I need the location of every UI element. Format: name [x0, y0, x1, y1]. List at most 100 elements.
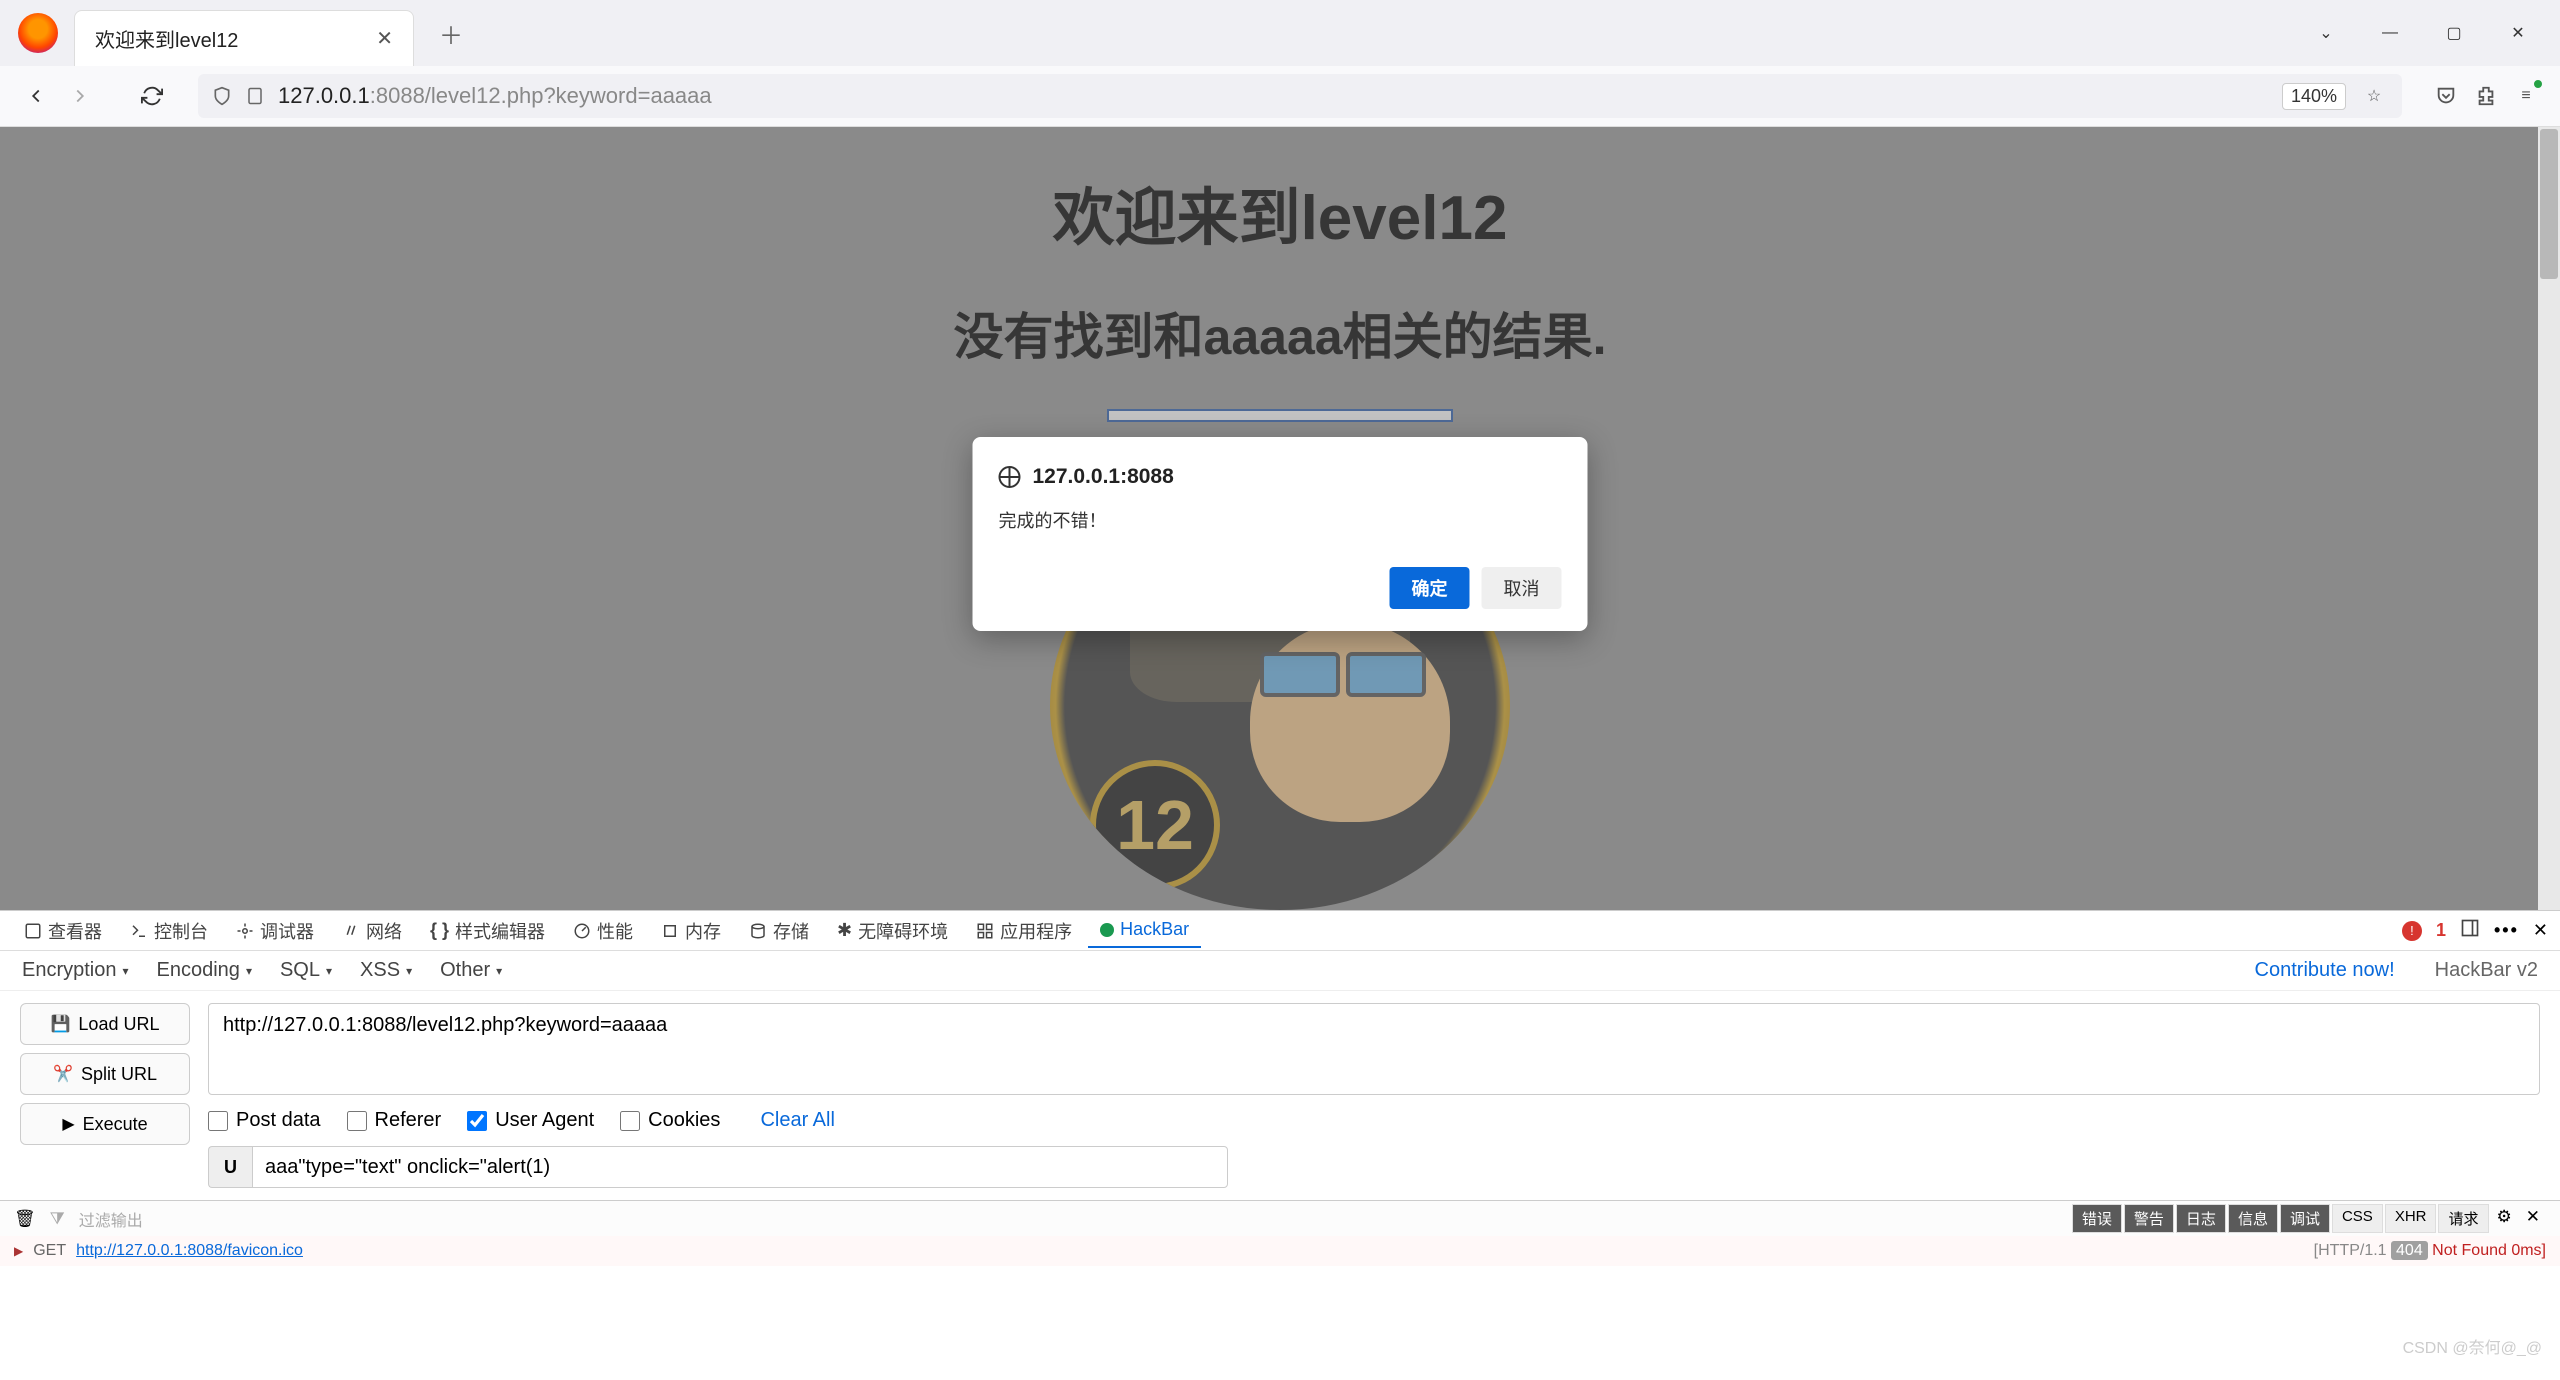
postdata-checkbox[interactable]: Post data	[208, 1109, 321, 1132]
xss-dropdown[interactable]: XSS▾	[360, 959, 412, 982]
useragent-checkbox[interactable]: User Agent	[467, 1109, 594, 1132]
firefox-logo-icon	[18, 13, 58, 53]
useragent-input[interactable]	[252, 1146, 1228, 1188]
cookies-checkbox[interactable]: Cookies	[620, 1109, 720, 1132]
useragent-row: U	[208, 1146, 1228, 1188]
tab-bar: 欢迎来到level12 ✕ ＋ ⌄ ― ▢ ✕	[0, 0, 2560, 66]
hackbar-action-buttons: 💾Load URL ✂️Split URL ▶Execute	[20, 1003, 190, 1188]
new-tab-button[interactable]: ＋	[430, 12, 472, 54]
browser-tab[interactable]: 欢迎来到level12 ✕	[74, 10, 414, 66]
watermark-text: CSDN @奈何@_@	[2403, 1334, 2542, 1358]
other-dropdown[interactable]: Other▾	[440, 959, 502, 982]
back-button[interactable]	[20, 80, 52, 112]
hackbar-url-input[interactable]	[208, 1003, 2540, 1095]
bookmark-star-icon[interactable]: ☆	[2360, 82, 2388, 110]
tab-memory[interactable]: 内存	[649, 912, 733, 950]
chevron-down-icon[interactable]: ⌄	[2314, 21, 2338, 45]
kebab-menu-icon[interactable]: •••	[2494, 920, 2519, 941]
expand-triangle-icon[interactable]: ▶	[14, 1244, 23, 1258]
tab-debugger[interactable]: 调试器	[224, 912, 326, 950]
chip-xhr[interactable]: XHR	[2385, 1204, 2437, 1233]
trash-icon[interactable]: 🗑	[14, 1209, 36, 1229]
chip-css[interactable]: CSS	[2332, 1204, 2383, 1233]
hackbar-body: 💾Load URL ✂️Split URL ▶Execute Post data…	[0, 991, 2560, 1200]
split-icon: ✂️	[53, 1064, 73, 1084]
minimize-icon[interactable]: ―	[2378, 21, 2402, 45]
tab-style-editor[interactable]: { }样式编辑器	[418, 912, 557, 950]
tab-accessibility[interactable]: ✱无障碍环境	[825, 912, 960, 950]
dialog-ok-button[interactable]: 确定	[1390, 567, 1470, 609]
tab-network[interactable]: 网络	[330, 912, 414, 950]
disk-icon: 💾	[51, 1014, 71, 1034]
pocket-icon[interactable]	[2432, 82, 2460, 110]
extensions-icon[interactable]	[2472, 82, 2500, 110]
hamburger-menu-icon[interactable]: ≡	[2512, 82, 2540, 110]
tab-application[interactable]: 应用程序	[964, 912, 1084, 950]
js-alert-dialog: 127.0.0.1:8088 完成的不错！ 确定 取消	[973, 437, 1588, 631]
tab-hackbar[interactable]: HackBar	[1088, 913, 1201, 948]
vertical-scrollbar[interactable]	[2538, 127, 2560, 910]
dock-side-icon[interactable]	[2460, 918, 2480, 943]
chip-info[interactable]: 信息	[2228, 1204, 2278, 1233]
sql-dropdown[interactable]: SQL▾	[280, 959, 332, 982]
shield-icon	[212, 86, 232, 106]
page-icon	[246, 87, 264, 105]
forward-button[interactable]	[64, 80, 96, 112]
reload-button[interactable]	[136, 80, 168, 112]
play-icon: ▶	[62, 1114, 74, 1134]
globe-icon	[999, 466, 1021, 488]
hackbar-main: Post data Referer User Agent Cookies Cle…	[208, 1003, 2540, 1188]
contribute-link[interactable]: Contribute now!	[2255, 959, 2395, 982]
response-summary: [HTTP/1.1 404 Not Found 0ms]	[2314, 1242, 2546, 1260]
hackbar-dot-icon	[1100, 923, 1114, 937]
page-viewport: 欢迎来到level12 没有找到和aaaaa相关的结果. 12 127.0.0.…	[0, 127, 2560, 910]
tab-inspector[interactable]: 查看器	[12, 912, 114, 950]
scrollbar-thumb[interactable]	[2540, 129, 2558, 279]
chip-warn[interactable]: 警告	[2124, 1204, 2174, 1233]
http-method: GET	[33, 1242, 66, 1260]
devtools-panel: 查看器 控制台 调试器 网络 { }样式编辑器 性能 内存 存储 ✱无障碍环境 …	[0, 910, 2560, 1380]
tab-console[interactable]: 控制台	[118, 912, 220, 950]
tab-performance[interactable]: 性能	[561, 912, 645, 950]
console-close-icon[interactable]: ✕	[2520, 1204, 2546, 1233]
request-url[interactable]: http://127.0.0.1:8088/favicon.ico	[76, 1242, 303, 1260]
console-filter-chips: 错误 警告 日志 信息 调试 CSS XHR 请求 ⚙ ✕	[2072, 1204, 2546, 1233]
hackbar-options: Post data Referer User Agent Cookies Cle…	[208, 1109, 2540, 1132]
address-bar: 127.0.0.1:8088/level12.php?keyword=aaaaa…	[0, 66, 2560, 127]
settings-gear-icon[interactable]: ⚙	[2491, 1204, 2518, 1233]
load-url-button[interactable]: 💾Load URL	[20, 1003, 190, 1045]
chip-request[interactable]: 请求	[2438, 1204, 2488, 1233]
close-icon[interactable]: ✕	[2506, 21, 2530, 45]
maximize-icon[interactable]: ▢	[2442, 21, 2466, 45]
filter-input[interactable]: 过滤输出	[79, 1207, 143, 1231]
error-count-badge[interactable]: !	[2402, 921, 2422, 941]
dialog-message: 完成的不错！	[999, 507, 1562, 533]
browser-chrome: 欢迎来到level12 ✕ ＋ ⌄ ― ▢ ✕ 127.0.0.1:8088/l…	[0, 0, 2560, 127]
devtools-close-icon[interactable]: ✕	[2533, 920, 2548, 941]
chip-log[interactable]: 日志	[2176, 1204, 2226, 1233]
console-filter-bar: 🗑 ⧩ 过滤输出 错误 警告 日志 信息 调试 CSS XHR 请求 ⚙ ✕	[0, 1200, 2560, 1236]
encryption-dropdown[interactable]: Encryption▾	[22, 959, 129, 982]
split-url-button[interactable]: ✂️Split URL	[20, 1053, 190, 1095]
hackbar-toolbar: Encryption▾ Encoding▾ SQL▾ XSS▾ Other▾ C…	[0, 951, 2560, 991]
url-box[interactable]: 127.0.0.1:8088/level12.php?keyword=aaaaa…	[198, 74, 2402, 118]
dialog-cancel-button[interactable]: 取消	[1482, 567, 1562, 609]
tab-storage[interactable]: 存储	[737, 912, 821, 950]
referer-checkbox[interactable]: Referer	[347, 1109, 442, 1132]
url-text: 127.0.0.1:8088/level12.php?keyword=aaaaa	[278, 83, 2268, 109]
window-controls: ⌄ ― ▢ ✕	[2314, 21, 2560, 45]
notification-dot-icon	[2534, 80, 2542, 88]
dialog-origin: 127.0.0.1:8088	[1033, 465, 1174, 489]
chip-debug[interactable]: 调试	[2280, 1204, 2330, 1233]
useragent-badge: U	[208, 1146, 252, 1188]
encoding-dropdown[interactable]: Encoding▾	[157, 959, 252, 982]
chip-error[interactable]: 错误	[2072, 1204, 2122, 1233]
error-count: 1	[2436, 920, 2446, 941]
tab-close-icon[interactable]: ✕	[376, 26, 393, 51]
funnel-icon[interactable]: ⧩	[50, 1209, 65, 1229]
clear-all-link[interactable]: Clear All	[760, 1109, 834, 1132]
execute-button[interactable]: ▶Execute	[20, 1103, 190, 1145]
console-log-row[interactable]: ▶ GET http://127.0.0.1:8088/favicon.ico …	[0, 1236, 2560, 1266]
zoom-badge[interactable]: 140%	[2282, 83, 2346, 110]
devtools-tabs: 查看器 控制台 调试器 网络 { }样式编辑器 性能 内存 存储 ✱无障碍环境 …	[0, 911, 2560, 951]
